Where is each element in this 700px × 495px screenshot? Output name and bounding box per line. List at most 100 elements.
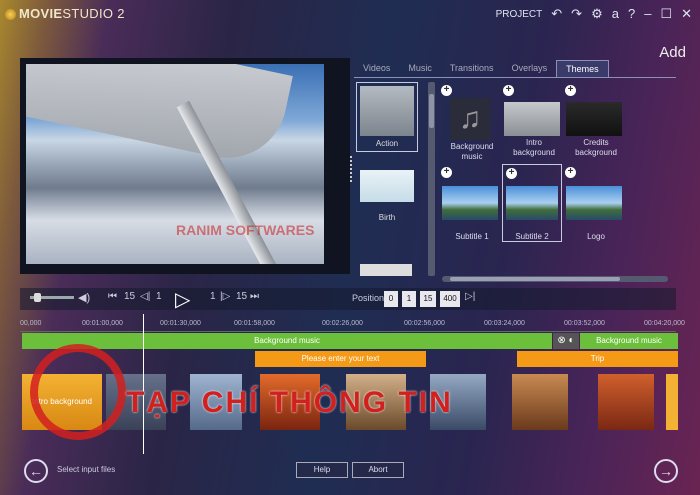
theme-list: Action Birth: [356, 82, 418, 280]
action-thumbnail: [360, 86, 414, 136]
minimize-icon[interactable]: –: [644, 7, 651, 20]
subtitle1-thumbnail: [442, 186, 498, 220]
element-subtitle-1[interactable]: + Subtitle 1: [441, 167, 502, 242]
theme-item-birth[interactable]: Birth: [356, 170, 418, 225]
tab-themes[interactable]: Themes: [556, 60, 609, 77]
frame-forward-icon[interactable]: |▷: [220, 291, 230, 302]
close-icon[interactable]: ✕: [681, 7, 692, 20]
frame-fwd-amount: 1: [210, 291, 216, 302]
intro-thumbnail: [504, 102, 560, 136]
element-label: Credits background: [575, 138, 617, 157]
account-icon[interactable]: a: [612, 7, 619, 20]
redo-icon[interactable]: ↷: [571, 7, 582, 20]
app-title: MOVIESTUDIO 2: [19, 6, 125, 21]
frame-back-icon[interactable]: ◁|: [140, 291, 150, 302]
jump-to-end-icon[interactable]: ▷|: [465, 291, 475, 302]
tick-label: 00:02:56,000: [404, 320, 445, 327]
app-logo-icon: [5, 9, 16, 20]
add-plus-icon[interactable]: +: [565, 167, 576, 178]
title-bar-controls: PROJECT ↶ ↷ ⚙ a ? – ☐ ✕: [496, 7, 692, 20]
grid-horizontal-scrollbar[interactable]: [442, 276, 668, 282]
project-menu[interactable]: PROJECT: [496, 9, 543, 20]
element-logo[interactable]: + Logo: [565, 167, 626, 242]
playhead[interactable]: [143, 314, 144, 454]
add-plus-icon[interactable]: +: [565, 85, 576, 96]
title-bar: MOVIESTUDIO 2 PROJECT ↶ ↷ ⚙ a ? – ☐ ✕: [0, 0, 700, 34]
abort-button[interactable]: Abort: [352, 462, 404, 478]
track-clip-controls[interactable]: ⊗ ◐: [553, 333, 579, 349]
position-label: Position:: [352, 293, 387, 303]
add-plus-icon[interactable]: +: [441, 85, 452, 96]
music-track-clip-2[interactable]: Background music: [580, 333, 678, 349]
element-credits-background[interactable]: + Credits background: [565, 85, 626, 158]
tick-label: 00:04:20,000: [644, 320, 685, 327]
undo-icon[interactable]: ↶: [551, 7, 562, 20]
timeline-clip-end[interactable]: [666, 374, 678, 430]
airplane-wing-image: [26, 64, 293, 170]
music-note-icon: ♫: [450, 98, 490, 140]
element-label: Subtitle 2: [515, 232, 549, 241]
skip-back-amount: 15: [124, 291, 136, 302]
tab-videos[interactable]: Videos: [354, 60, 399, 77]
skip-back-icon[interactable]: ⏮: [108, 291, 117, 302]
tab-overlays[interactable]: Overlays: [503, 60, 557, 77]
element-label: Subtitle 1: [455, 232, 489, 241]
back-arrow-icon[interactable]: ←: [24, 459, 48, 483]
forward-arrow-icon[interactable]: →: [654, 459, 678, 483]
theme-item-partial[interactable]: [360, 264, 412, 276]
help-button[interactable]: Help: [296, 462, 348, 478]
position-field-frames[interactable]: 400: [440, 291, 460, 307]
timeline-clip[interactable]: [598, 374, 654, 430]
position-field-seconds[interactable]: 15: [420, 291, 436, 307]
frame-back-amount: 1: [156, 291, 162, 302]
skip-forward-icon[interactable]: ⏭: [250, 291, 259, 302]
scrollbar-thumb[interactable]: [450, 277, 620, 281]
timeline-clip[interactable]: [512, 374, 568, 430]
element-intro-background[interactable]: + Intro background: [503, 85, 564, 158]
add-plus-icon[interactable]: +: [441, 167, 452, 178]
tab-transitions[interactable]: Transitions: [441, 60, 503, 77]
media-library: Videos Music Transitions Overlays Themes…: [354, 58, 676, 284]
hint-text: Select input files: [57, 465, 116, 474]
transport-bar: ◀) ⏮ 15 ◁| 1 ▷ 1 |▷ 15 ⏭ Position: 0 1 1…: [20, 287, 676, 312]
theme-label: Action: [375, 139, 399, 148]
element-label: Logo: [587, 232, 605, 241]
app-title-main: MOVIE: [19, 6, 63, 21]
element-label: Background music: [450, 142, 494, 161]
text-track-clip-2[interactable]: Trip: [517, 351, 678, 367]
panel-splitter-handle[interactable]: [350, 156, 353, 182]
birth-thumbnail: [360, 170, 414, 202]
theme-elements-grid: + ♫ Background music + Intro background …: [441, 85, 674, 276]
movie-studio-window: MOVIESTUDIO 2 PROJECT ↶ ↷ ⚙ a ? – ☐ ✕ Ad…: [0, 0, 700, 495]
logo-thumbnail: [566, 186, 622, 220]
volume-knob[interactable]: [34, 293, 41, 302]
watermark-logo: [30, 344, 126, 440]
position-field-minutes[interactable]: 1: [402, 291, 416, 307]
position-field-hours[interactable]: 0: [384, 291, 398, 307]
theme-list-scrollbar[interactable]: [428, 82, 435, 276]
speaker-icon[interactable]: ◀): [78, 291, 90, 304]
tick-label: 00:02:26,000: [322, 320, 363, 327]
watermark-text: TẠP CHÍ THÔNG TIN: [126, 386, 453, 419]
scrollbar-thumb[interactable]: [429, 94, 434, 128]
tick-label: 00,000: [20, 320, 42, 327]
settings-gear-icon[interactable]: ⚙: [591, 7, 603, 20]
tick-label: 00:03:24,000: [484, 320, 525, 327]
credits-thumbnail: [566, 102, 622, 136]
element-background-music[interactable]: + ♫ Background music: [441, 85, 502, 162]
help-icon[interactable]: ?: [628, 7, 635, 20]
tab-music[interactable]: Music: [399, 60, 441, 77]
text-track-clip[interactable]: Please enter your text: [255, 351, 426, 367]
music-track-clip[interactable]: Background music: [22, 333, 552, 349]
timeline-ruler[interactable]: 00,000 00:01:00,000 00:01:30,000 00:01:5…: [20, 318, 685, 332]
theme-label: Birth: [378, 213, 396, 222]
image-watermark: RANIM SOFTWARES: [176, 222, 315, 238]
maximize-icon[interactable]: ☐: [660, 7, 672, 20]
add-plus-icon[interactable]: +: [506, 168, 517, 179]
tick-label: 00:01:30,000: [160, 320, 201, 327]
element-subtitle-2[interactable]: + Subtitle 2: [502, 164, 562, 242]
play-icon[interactable]: ▷: [175, 287, 190, 312]
theme-item-action[interactable]: Action: [356, 82, 418, 152]
add-plus-icon[interactable]: +: [503, 85, 514, 96]
library-tabs: Videos Music Transitions Overlays Themes: [354, 60, 676, 78]
